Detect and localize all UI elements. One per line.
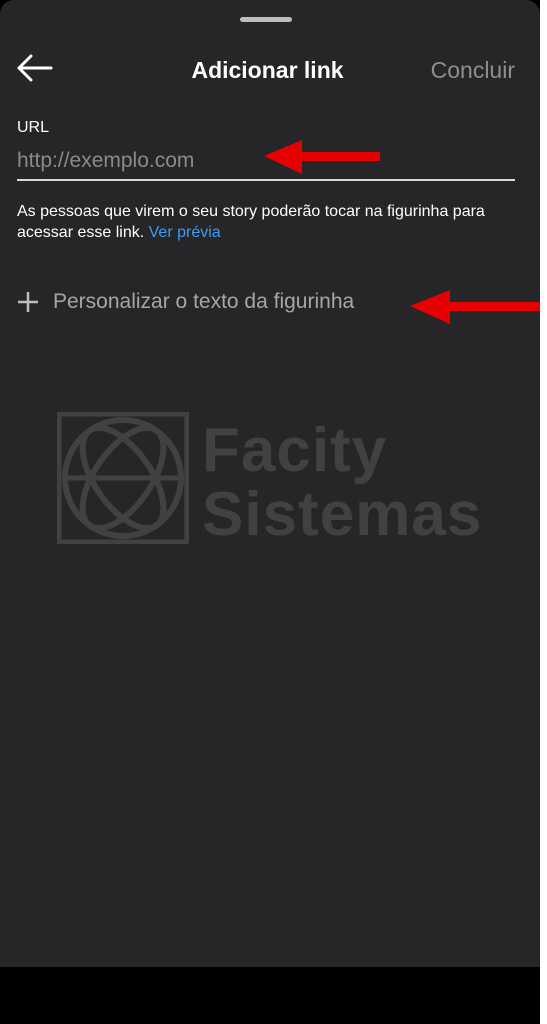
helper-text: As pessoas que virem o seu story poderão… [17, 201, 522, 243]
watermark: Facity Sistemas [57, 412, 507, 548]
annotation-arrow-url [264, 140, 380, 174]
preview-link[interactable]: Ver prévia [149, 224, 221, 241]
url-field-label: URL [17, 119, 50, 136]
helper-description: As pessoas que virem o seu story poderão… [17, 203, 485, 241]
annotation-arrow-customize [410, 290, 540, 324]
arrow-left-icon [17, 54, 53, 82]
globe-logo-icon [57, 412, 189, 544]
customize-sticker-text-button[interactable]: Personalizar o texto da figurinha [17, 284, 354, 320]
screen-edge [540, 0, 547, 1024]
plus-icon [18, 292, 38, 312]
bottom-bar [0, 967, 547, 1024]
page-title: Adicionar link [191, 57, 344, 83]
customize-sticker-text-label: Personalizar o texto da figurinha [53, 290, 355, 313]
drag-handle[interactable] [240, 17, 292, 22]
watermark-line-2: Sistemas [202, 480, 483, 549]
add-link-sheet: Adicionar link Concluir URL As pessoas q… [0, 0, 540, 967]
done-button[interactable]: Concluir [431, 56, 515, 84]
back-button[interactable] [14, 50, 56, 86]
watermark-line-1: Facity [202, 416, 388, 485]
